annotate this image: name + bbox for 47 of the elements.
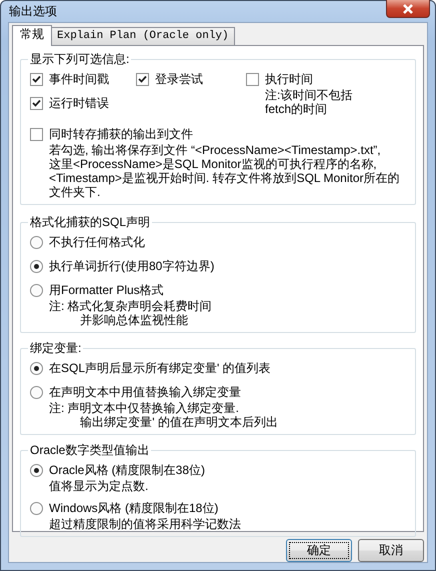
note-text: 输出绑定变量' 的值在声明文本后列出	[80, 415, 279, 429]
radio-label: 执行单词折行(使用80字符边界)	[49, 258, 214, 274]
note-text: 注:该时间不包括	[265, 88, 354, 102]
checkbox[interactable]	[246, 72, 259, 86]
note-text: 文件夹下.	[49, 185, 102, 199]
radio-button[interactable]	[30, 464, 43, 476]
checkbox-label: 同时转存捕获的输出到文件	[49, 126, 193, 142]
radio-label: Oracle风格 (精度限制在38位)	[49, 462, 206, 478]
checkbox[interactable]	[30, 96, 43, 110]
note-text: 并影响总体监视性能	[80, 313, 190, 327]
note-text: <Timestamp>是监视开始时间. 转存文件将放到SQL Monitor所在的	[49, 171, 400, 185]
radio-button[interactable]	[30, 362, 43, 374]
radio-button[interactable]	[30, 236, 43, 248]
checkbox-label: 执行时间	[265, 70, 313, 88]
checkbox-label: 事件时间戳	[49, 70, 109, 88]
cancel-button[interactable]: 取消	[358, 539, 424, 562]
checkbox[interactable]	[30, 128, 43, 140]
radio-button[interactable]	[30, 260, 43, 272]
note-text: 注: 格式化复杂声明会耗费时间	[49, 299, 213, 313]
note-text: 超过精度限制的值将采用科学记数法	[49, 517, 242, 531]
checkbox[interactable]	[136, 72, 149, 86]
note-text: 这里<ProcessName>是SQL Monitor监视的可执行程序的名称,	[49, 157, 378, 171]
tab[interactable]: Explain Plan (Oracle only)	[51, 27, 235, 45]
radio-button[interactable]	[30, 502, 43, 514]
radio-label: 用Formatter Plus格式	[49, 282, 164, 298]
radio-label: 在SQL声明后显示所有绑定变量' 的值列表	[49, 360, 271, 376]
ok-button[interactable]: 确定	[286, 539, 352, 562]
radio-button[interactable]	[30, 284, 43, 296]
checkbox[interactable]	[30, 72, 43, 86]
group-title: 绑定变量:	[29, 340, 82, 357]
radio-label: Windows风格 (精度限制在18位)	[49, 500, 218, 516]
group-title: 格式化捕获的SQL声明	[29, 214, 152, 231]
group-title: Oracle数字类型值输出	[29, 442, 150, 459]
window-title: 输出选项	[8, 3, 57, 20]
close-icon	[402, 4, 414, 14]
radio-button[interactable]	[30, 386, 43, 398]
checkbox-label: 登录尝试	[155, 70, 203, 88]
group-title: 显示下列可选信息:	[29, 51, 130, 68]
note-text: fetch的时间	[265, 102, 328, 116]
note-text: 值将显示为定点数.	[49, 479, 150, 493]
note-text: 若勾选, 输出将保存到文件 “<ProcessName><Timestamp>.txt”,	[49, 143, 382, 157]
radio-label: 不执行任何格式化	[49, 234, 145, 250]
note-text: 注: 声明文本中仅替换输入绑定变量.	[49, 401, 240, 415]
tab[interactable]: 常规	[12, 25, 52, 46]
close-button[interactable]	[386, 0, 430, 18]
checkbox-label: 运行时错误	[49, 94, 109, 112]
radio-label: 在声明文本中用值替换输入绑定变量	[49, 384, 241, 400]
